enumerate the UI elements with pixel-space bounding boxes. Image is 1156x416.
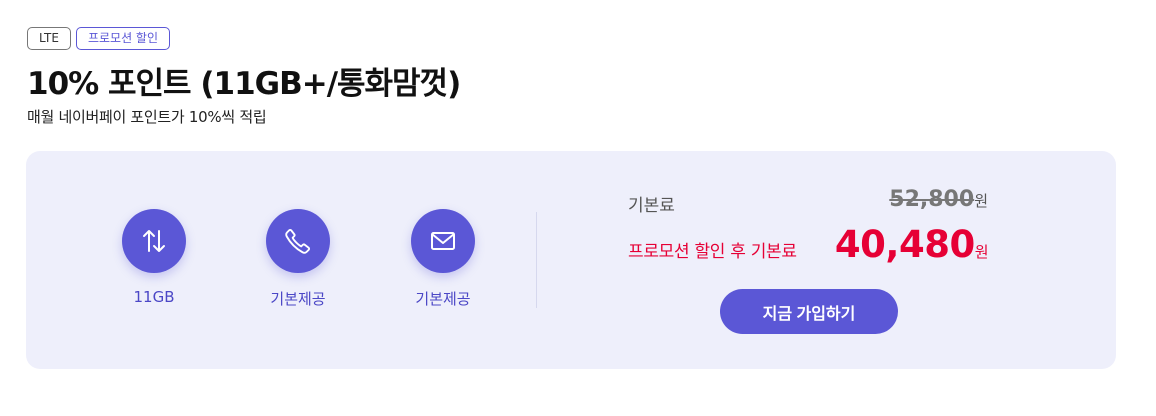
promo-badge: 프로모션 할인 [75,27,171,50]
feature-data-label: 11GB [133,288,175,306]
feature-call: 기본제공 [238,209,358,309]
plan-card: 11GB 기본제공 기본제공 기본료 52,800원 프로모션 할인 후 기본료… [26,151,1116,369]
plan-title: 10% 포인트 (11GB+/통화맘껏) [27,66,461,102]
feature-message-label: 기본제공 [415,290,471,308]
promo-price-label: 프로모션 할인 후 기본료 [628,242,797,262]
base-price-unit: 원 [974,192,988,210]
plan-tags: LTE 프로모션 할인 [27,27,171,50]
promo-price: 40,480원 [834,223,989,266]
mail-icon [411,209,475,273]
base-price-value: 52,800 [889,187,975,212]
promo-price-value: 40,480 [834,223,975,266]
join-button[interactable]: 지금 가입하기 [720,289,898,334]
phone-icon [266,209,330,273]
base-price: 52,800원 [889,187,988,212]
lte-badge: LTE [27,27,71,50]
plan-subtitle: 매월 네이버페이 포인트가 10%씩 적립 [27,108,267,126]
feature-data: 11GB [94,209,214,306]
feature-message: 기본제공 [383,209,503,309]
feature-call-label: 기본제공 [270,290,326,308]
data-transfer-icon [122,209,186,273]
card-divider [536,212,537,308]
promo-price-unit: 원 [974,243,989,261]
base-price-label: 기본료 [628,196,675,216]
